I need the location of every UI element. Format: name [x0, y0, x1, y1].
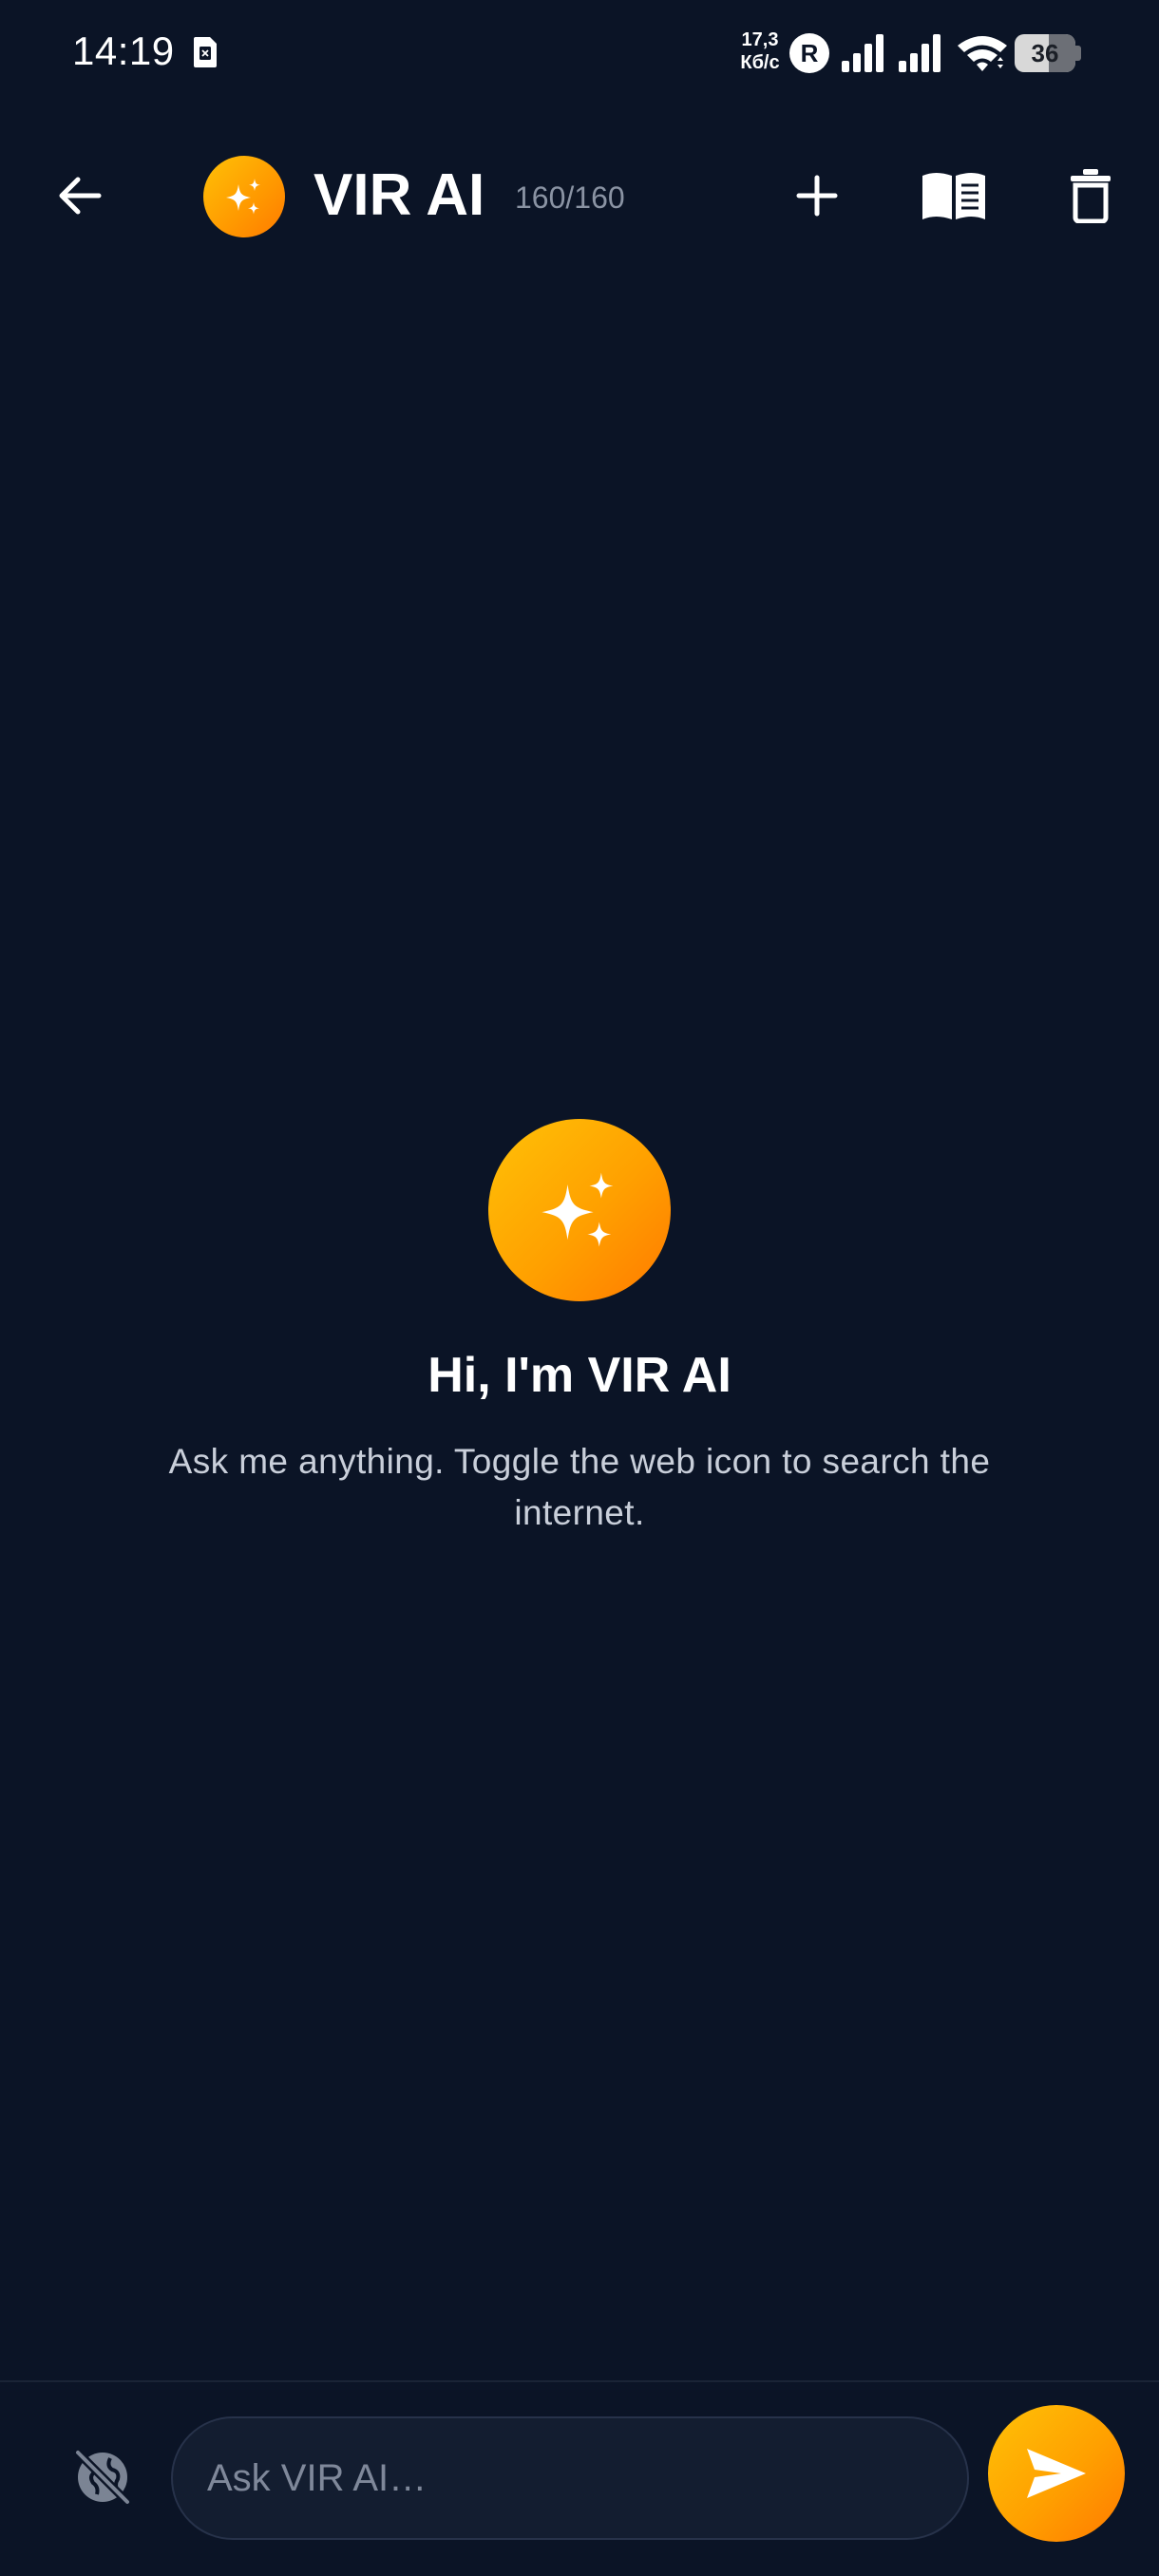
sparkles-icon: [226, 179, 260, 215]
send-icon: [1027, 2449, 1086, 2498]
battery-indicator: 36: [1015, 34, 1081, 72]
network-speed-unit: Кб/с: [740, 52, 780, 73]
delete-chat-button[interactable]: [1053, 158, 1129, 234]
welcome-avatar: [488, 1119, 671, 1301]
open-book-icon: [922, 173, 985, 219]
app-title: VIR AI: [314, 162, 485, 228]
welcome-subtitle: Ask me anything. Toggle the web icon to …: [168, 1442, 991, 1532]
sim-card-icon: [194, 37, 217, 67]
network-speed: 17,3 Кб/с: [732, 28, 788, 74]
message-input[interactable]: [171, 2416, 969, 2540]
status-bar: 14:19 17,3 Кб/с R 36: [0, 0, 1159, 104]
battery-level: 36: [1031, 39, 1059, 67]
wifi-icon: [958, 36, 1007, 71]
roaming-r-icon: R: [789, 33, 829, 73]
library-button[interactable]: [912, 158, 996, 234]
sparkles-icon: [542, 1172, 614, 1247]
chat-screen: 14:19 17,3 Кб/с R 36 VIR AI 160/160 Hi, …: [0, 0, 1159, 2576]
send-button[interactable]: [988, 2405, 1125, 2542]
arrow-left-icon: [59, 177, 102, 215]
cell-signal-icon: [842, 34, 884, 72]
app-avatar: [203, 156, 285, 237]
welcome-title: Hi, I'm VIR AI: [428, 1348, 732, 1403]
svg-text:R: R: [801, 39, 819, 67]
trash-icon: [1071, 169, 1111, 223]
plus-icon: [796, 175, 838, 217]
network-speed-value: 17,3: [741, 29, 779, 50]
status-time: 14:19: [72, 28, 175, 73]
web-search-toggle[interactable]: [63, 2437, 142, 2517]
app-bar: VIR AI 160/160: [0, 133, 1159, 258]
back-button[interactable]: [42, 158, 118, 234]
cell-signal-icon: [899, 34, 940, 72]
new-chat-button[interactable]: [779, 158, 855, 234]
web-off-icon: [73, 2448, 132, 2507]
message-counter: 160/160: [515, 180, 625, 215]
composer-divider: [0, 2380, 1159, 2382]
